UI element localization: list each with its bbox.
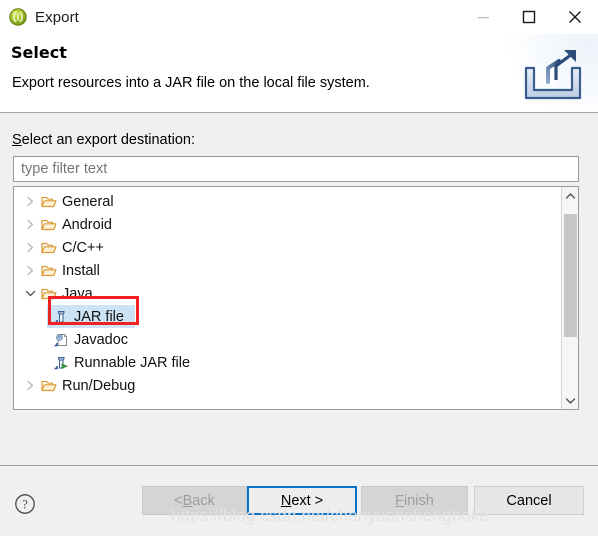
- svg-text:@: @: [57, 335, 62, 341]
- back-button-label-pre: <: [174, 492, 183, 509]
- finish-button[interactable]: Finish: [361, 486, 468, 515]
- tree-list: General Android C/C++ Install Java JAR f…: [14, 187, 560, 409]
- chevron-right-icon[interactable]: [21, 380, 39, 391]
- export-tray-arrow-icon: [524, 50, 582, 100]
- tree-item-run-debug[interactable]: Run/Debug: [14, 374, 560, 397]
- tree-item-label: Runnable JAR file: [74, 354, 191, 371]
- maximize-icon[interactable]: [506, 0, 552, 34]
- finish-button-label-post: inish: [404, 492, 434, 509]
- folder-icon: [39, 218, 59, 232]
- tree-item-label: Install: [62, 262, 100, 279]
- page-description: Export resources into a JAR file on the …: [12, 75, 370, 91]
- destination-label-mnemonic: S: [12, 132, 22, 148]
- folder-icon: [39, 241, 59, 255]
- tree-item-label: JAR file: [74, 308, 124, 325]
- tree-item-label: C/C++: [62, 239, 104, 256]
- header-banner: [506, 34, 598, 112]
- back-button-mnemonic: B: [182, 492, 193, 509]
- page-title: Select: [11, 43, 67, 62]
- close-icon[interactable]: [552, 0, 598, 34]
- wizard-header: Select Export resources into a JAR file …: [0, 34, 598, 113]
- folder-icon: [39, 287, 59, 301]
- tree-item-label: Android: [62, 216, 112, 233]
- tree-item-label: Java: [62, 285, 93, 302]
- tree-item-jar-file[interactable]: JAR file: [14, 305, 560, 328]
- help-question-icon[interactable]: ?: [14, 493, 36, 520]
- window-controls: [460, 0, 598, 34]
- jar-file-icon: [51, 309, 71, 325]
- next-button-label-post: ext >: [291, 492, 324, 509]
- scroll-up-arrow-icon[interactable]: [562, 187, 578, 204]
- cancel-button[interactable]: Cancel: [474, 486, 584, 515]
- tree-item-android[interactable]: Android: [14, 213, 560, 236]
- dialog-footer: ? < Back Next > Finish Cancel: [0, 466, 598, 536]
- chevron-right-icon[interactable]: [21, 265, 39, 276]
- back-button-label-post: ack: [192, 492, 215, 509]
- export-destination-tree[interactable]: General Android C/C++ Install Java JAR f…: [13, 186, 579, 410]
- destination-label-rest: elect an export destination:: [21, 132, 195, 148]
- tree-item-general[interactable]: General: [14, 190, 560, 213]
- javadoc-icon: @: [51, 332, 71, 348]
- tree-item-runnable-jar-file[interactable]: Runnable JAR file: [14, 351, 560, 374]
- tree-item-install[interactable]: Install: [14, 259, 560, 282]
- scrollbar-thumb[interactable]: [564, 214, 577, 337]
- finish-button-mnemonic: F: [395, 492, 405, 509]
- runnable-jar-file-icon: [51, 355, 71, 371]
- dialog-body: Select an export destination: General: [0, 113, 598, 465]
- destination-label: Select an export destination:: [12, 132, 195, 148]
- chevron-down-icon[interactable]: [21, 289, 39, 298]
- svg-text:?: ?: [22, 498, 28, 512]
- cancel-button-label: Cancel: [506, 492, 552, 509]
- title-bar: Export: [0, 0, 598, 34]
- filter-input[interactable]: [13, 156, 579, 182]
- scroll-down-arrow-icon[interactable]: [562, 392, 578, 409]
- tree-item-label: Javadoc: [74, 331, 129, 348]
- chevron-right-icon[interactable]: [21, 242, 39, 253]
- back-button[interactable]: < Back: [142, 486, 247, 515]
- folder-icon: [39, 195, 59, 209]
- export-dialog-window: Export Select Export resources into a JA…: [0, 0, 598, 536]
- tree-item-java[interactable]: Java: [14, 282, 560, 305]
- next-button[interactable]: Next >: [247, 486, 357, 515]
- tree-item-javadoc[interactable]: @ Javadoc: [14, 328, 560, 351]
- window-title: Export: [35, 8, 79, 26]
- next-button-mnemonic: N: [280, 492, 292, 509]
- minimize-icon[interactable]: [460, 0, 506, 34]
- chevron-right-icon[interactable]: [21, 219, 39, 230]
- folder-icon: [39, 264, 59, 278]
- eclipse-export-icon: [9, 8, 27, 26]
- chevron-right-icon[interactable]: [21, 196, 39, 207]
- tree-item-c-cpp[interactable]: C/C++: [14, 236, 560, 259]
- folder-icon: [39, 379, 59, 393]
- tree-item-label: Run/Debug: [62, 377, 136, 394]
- tree-vertical-scrollbar[interactable]: [561, 187, 578, 409]
- tree-item-label: General: [62, 193, 114, 210]
